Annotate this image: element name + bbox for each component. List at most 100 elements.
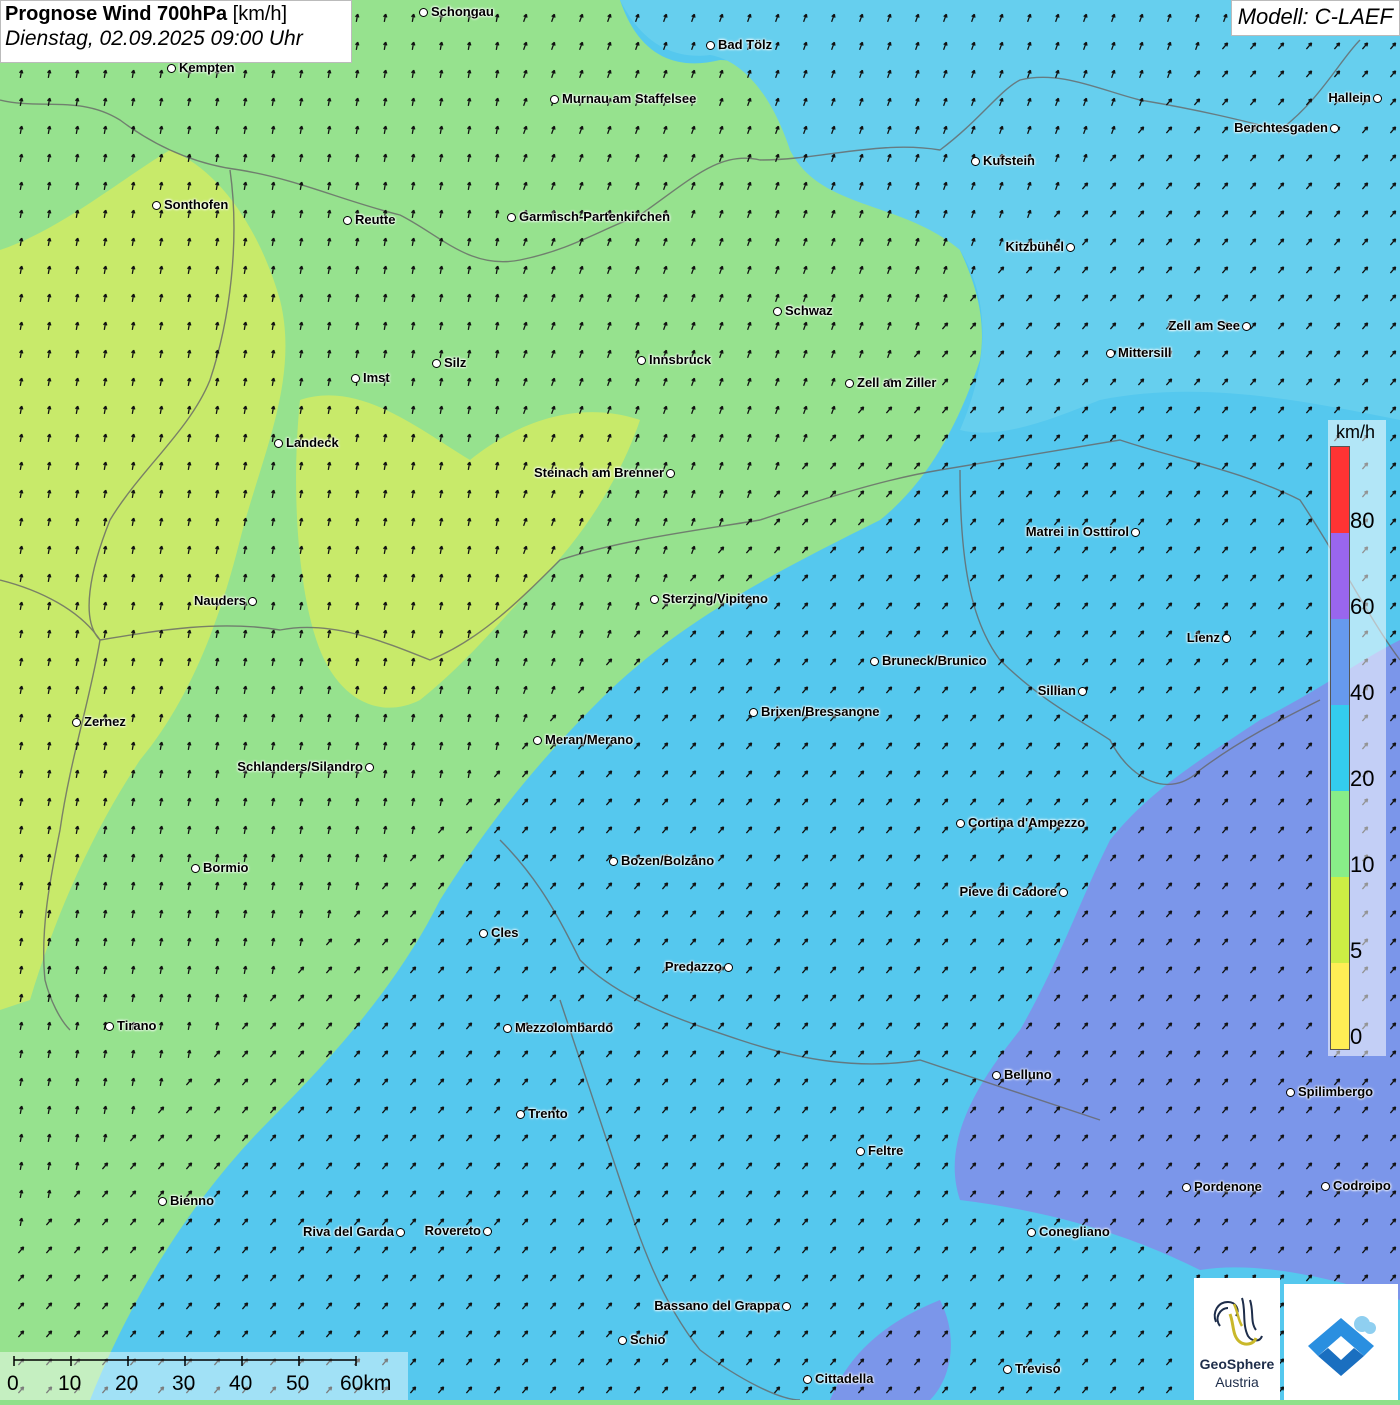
- city-label: Bozen/Bolzano: [621, 853, 715, 868]
- model-label: Modell: C-LAEF: [1230, 0, 1400, 36]
- scale-label-30: 30: [172, 1372, 196, 1395]
- city-label: Hallein: [1328, 90, 1371, 105]
- legend-colorbar: [1330, 446, 1350, 1050]
- legend-unit: km/h: [1336, 422, 1376, 442]
- city-label: Garmisch-Partenkirchen: [519, 209, 671, 224]
- title-unit: [km/h]: [232, 3, 288, 25]
- city-label: Rovereto: [424, 1223, 481, 1238]
- city-label: Belluno: [1004, 1067, 1052, 1082]
- city-label: Tirano: [117, 1018, 157, 1033]
- city-label: Brixen/Bressanone: [761, 704, 880, 719]
- title-box: Prognose Wind 700hPa [km/h] Dienstag, 02…: [0, 0, 352, 63]
- city-label: Sonthofen: [164, 197, 229, 212]
- city-dot-icon: [803, 1375, 812, 1384]
- city-dot-icon: [956, 819, 965, 828]
- city-label: Reutte: [355, 212, 396, 227]
- city-dot-icon: [1182, 1183, 1191, 1192]
- city-dot-icon: [105, 1022, 114, 1031]
- geosphere-name: GeoSphere: [1199, 1356, 1275, 1372]
- city-dot-icon: [152, 201, 161, 210]
- scale-label-60: 60km: [340, 1372, 392, 1395]
- city-dot-icon: [432, 359, 441, 368]
- cloud-chevron-icon: [1308, 1316, 1376, 1376]
- city-label: Lienz: [1186, 630, 1220, 645]
- city-dot-icon: [479, 929, 488, 938]
- legend-label-40: 40: [1350, 680, 1375, 705]
- city-dot-icon: [1059, 888, 1068, 897]
- city-label: Cittadella: [815, 1371, 874, 1386]
- legend-swatch-0: [1331, 963, 1349, 1049]
- weather-app-logo[interactable]: [1284, 1284, 1398, 1400]
- city-label: Kufstein: [983, 153, 1035, 168]
- legend-label-20: 20: [1350, 766, 1375, 791]
- city-dot-icon: [343, 216, 352, 225]
- city-label: Zernez: [84, 714, 126, 729]
- city-label: Zell am See: [1168, 318, 1240, 333]
- city-label: Spilimbergo: [1298, 1084, 1374, 1099]
- legend-label-0: 0: [1350, 1024, 1363, 1049]
- city-label: Schlanders/Silandro: [237, 759, 363, 774]
- legend-swatch-10: [1331, 791, 1349, 877]
- city-label: Bruneck/Brunico: [882, 653, 987, 668]
- scale-ticks: [13, 1356, 357, 1366]
- city-label: Steinach am Brenner: [533, 465, 664, 480]
- city-dot-icon: [749, 708, 758, 717]
- city-dot-icon: [1131, 528, 1140, 537]
- city-label: Bienno: [170, 1193, 215, 1208]
- city-label: Bormio: [203, 860, 249, 875]
- city-label: Pieve di Cadore: [959, 884, 1057, 899]
- scale-label-40: 40: [229, 1372, 253, 1395]
- city-label: Matrei in Osttirol: [1025, 524, 1129, 539]
- color-legend: km/h 80 60 40 20 10 5 0: [1328, 420, 1386, 1056]
- legend-swatch-80: [1331, 447, 1349, 533]
- city-label: Treviso: [1015, 1361, 1061, 1376]
- city-dot-icon: [483, 1227, 492, 1236]
- title-text: Prognose Wind 700hPa: [5, 3, 228, 25]
- city-label: Imst: [363, 370, 390, 385]
- city-dot-icon: [1027, 1228, 1036, 1237]
- scale-label-50: 50: [286, 1372, 310, 1395]
- legend-label-10: 10: [1350, 852, 1375, 877]
- city-dot-icon: [724, 963, 733, 972]
- city-dot-icon: [1330, 124, 1339, 133]
- city-dot-icon: [191, 864, 200, 873]
- city-dot-icon: [1222, 634, 1231, 643]
- city-dot-icon: [1003, 1365, 1012, 1374]
- geosphere-country: Austria: [1215, 1374, 1259, 1390]
- city-dot-icon: [1373, 94, 1382, 103]
- city-label: Conegliano: [1039, 1224, 1110, 1239]
- city-dot-icon: [992, 1071, 1001, 1080]
- city-label: Innsbruck: [649, 352, 712, 367]
- city-dot-icon: [507, 213, 516, 222]
- city-dot-icon: [419, 8, 428, 17]
- city-label: Trento: [528, 1106, 568, 1121]
- city-dot-icon: [782, 1302, 791, 1311]
- title-datetime: Dienstag, 02.09.2025 09:00 Uhr: [5, 27, 303, 50]
- city-dot-icon: [650, 595, 659, 604]
- city-label: Riva del Garda: [302, 1224, 394, 1239]
- city-dot-icon: [516, 1110, 525, 1119]
- city-dot-icon: [1078, 687, 1087, 696]
- city-dot-icon: [550, 95, 559, 104]
- scale-label-0: 0: [7, 1372, 19, 1395]
- city-dot-icon: [1066, 243, 1075, 252]
- city-dot-icon: [1286, 1088, 1295, 1097]
- geosphere-logo[interactable]: GeoSphere Austria: [1194, 1278, 1280, 1400]
- city-label: Silz: [444, 355, 467, 370]
- city-dot-icon: [365, 763, 374, 772]
- city-dot-icon: [618, 1336, 627, 1345]
- city-dot-icon: [1321, 1182, 1330, 1191]
- legend-label-60: 60: [1350, 594, 1375, 619]
- city-dot-icon: [773, 307, 782, 316]
- city-label: Feltre: [868, 1143, 904, 1158]
- city-label: Cortina d'Ampezzo: [968, 815, 1086, 830]
- city-dot-icon: [248, 597, 257, 606]
- city-dot-icon: [72, 718, 81, 727]
- city-dot-icon: [609, 857, 618, 866]
- city-label: Mittersill: [1118, 345, 1172, 360]
- city-dot-icon: [1242, 322, 1251, 331]
- city-label: Schwaz: [785, 303, 833, 318]
- city-label: Sterzing/Vipiteno: [662, 591, 768, 606]
- city-label: Cles: [491, 925, 519, 940]
- geosphere-emblem-icon: [1213, 1297, 1263, 1346]
